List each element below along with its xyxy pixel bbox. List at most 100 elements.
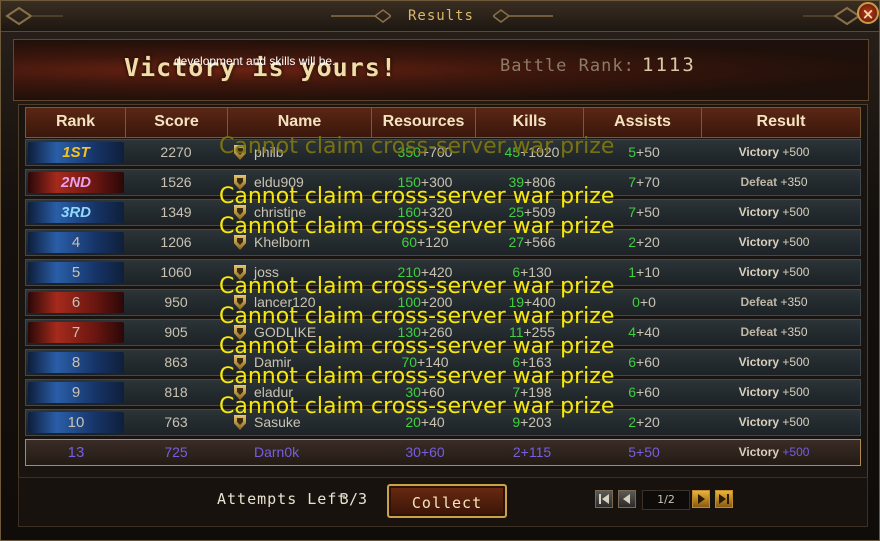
result-cell: Victory +500 — [702, 260, 846, 285]
results-table: Rank Score Name Resources Kills Assists … — [18, 104, 868, 478]
resources-cell: 20+40 — [372, 410, 478, 435]
player-name-cell[interactable]: joss — [226, 260, 372, 285]
assists-base-value: 6 — [628, 384, 637, 400]
resources-cell: 160+320 — [372, 200, 478, 225]
close-button[interactable]: × — [857, 2, 879, 24]
collect-button[interactable]: Collect — [387, 484, 507, 518]
resources-cell: 100+200 — [372, 290, 478, 315]
player-name[interactable]: Khelborn — [254, 234, 310, 250]
player-name[interactable]: christine — [254, 204, 306, 220]
player-name[interactable]: eldu909 — [254, 174, 304, 190]
player-name[interactable]: Sasuke — [254, 414, 301, 430]
guild-shield-icon — [234, 175, 246, 190]
result-bonus: +500 — [782, 355, 810, 369]
kills-base-value: 45 — [504, 144, 521, 160]
resources-base-value: 30 — [405, 444, 421, 460]
player-name-cell[interactable]: Sasuke — [226, 410, 372, 435]
kills-base-value: 25 — [508, 204, 525, 220]
col-assists-header: Assists — [584, 108, 702, 137]
player-name[interactable]: lancer120 — [254, 294, 316, 310]
player-name[interactable]: philb — [254, 144, 284, 160]
assists-bonus-value: +60 — [636, 384, 660, 400]
next-page-button[interactable] — [692, 490, 710, 508]
result-label: Defeat — [740, 325, 778, 339]
title-ornament-right-icon — [493, 9, 553, 23]
player-name[interactable]: eladur — [254, 384, 293, 400]
resources-base-value: 60 — [401, 234, 418, 250]
resources-cell: 130+260 — [372, 320, 478, 345]
kills-base-value: 11 — [508, 324, 524, 340]
result-cell: Defeat +350 — [702, 290, 846, 315]
kills-base-value: 7 — [512, 384, 521, 400]
page-indicator: 1/2 — [642, 490, 690, 510]
rank-text: 7 — [71, 324, 81, 341]
rank-text: 4 — [71, 234, 81, 251]
player-name-cell[interactable]: Damir — [226, 350, 372, 375]
kills-cell: 9+203 — [478, 410, 586, 435]
score-cell: 1526 — [160, 174, 192, 190]
result-bonus: +350 — [780, 175, 808, 189]
assists-bonus-value: +40 — [636, 324, 660, 340]
assists-base-value: 4 — [628, 324, 637, 340]
corner-ornament-icon — [5, 6, 63, 26]
kills-bonus-value: +509 — [524, 204, 556, 220]
kills-base-value: 27 — [508, 234, 525, 250]
result-label: Victory — [738, 145, 780, 159]
tip-text: development and skills will be. — [174, 54, 336, 68]
assists-cell: 7+50 — [586, 200, 702, 225]
kills-base-value: 6 — [512, 264, 521, 280]
assists-bonus-value: +50 — [636, 144, 660, 160]
result-cell: Victory +500 — [702, 200, 846, 225]
guild-shield-icon — [234, 265, 246, 280]
player-name-cell[interactable]: lancer120 — [226, 290, 372, 315]
kills-bonus-value: +198 — [520, 384, 552, 400]
player-name-cell[interactable]: christine — [226, 200, 372, 225]
assists-base-value: 0 — [632, 294, 640, 310]
col-name-header: Name — [228, 108, 372, 137]
assists-cell: 1+10 — [586, 260, 702, 285]
title-bar: Results — [1, 1, 879, 32]
kills-bonus-value: +1020 — [520, 144, 560, 160]
score-cell: 905 — [164, 324, 188, 340]
kills-bonus-value: +806 — [524, 174, 556, 190]
resources-bonus-value: +200 — [420, 294, 453, 310]
assists-cell: 6+60 — [586, 350, 702, 375]
player-name[interactable]: GODLIKE — [254, 324, 316, 340]
resources-bonus-value: +40 — [420, 414, 445, 430]
player-name[interactable]: joss — [254, 264, 279, 280]
result-label: Victory — [738, 235, 780, 249]
player-name-cell[interactable]: eladur — [226, 380, 372, 405]
col-rank-header: Rank — [26, 108, 126, 137]
player-name-cell[interactable]: GODLIKE — [226, 320, 372, 345]
guild-shield-icon — [234, 325, 246, 340]
player-name-cell[interactable]: Darn0k — [226, 440, 372, 465]
col-resources-header: Resources — [372, 108, 476, 137]
first-page-button[interactable] — [595, 490, 613, 508]
rank-cell: 9 — [26, 380, 126, 405]
last-page-button[interactable] — [715, 490, 733, 508]
guild-shield-icon — [234, 355, 246, 370]
prev-page-button[interactable] — [618, 490, 636, 508]
table-row: 1ST 2270 philb 350+700 45+1020 5+50 Victory +5… — [25, 139, 861, 166]
score-cell: 818 — [164, 384, 188, 400]
prev-page-icon — [623, 494, 630, 504]
kills-cell: 2+115 — [478, 440, 586, 465]
rank-cell: 4 — [26, 230, 126, 255]
kills-cell: 39+806 — [478, 170, 586, 195]
player-name-cell[interactable]: Khelborn — [226, 230, 372, 255]
battle-rank-label: Battle Rank: — [500, 56, 635, 76]
score-cell: 950 — [164, 294, 188, 310]
player-name[interactable]: Darn0k — [254, 444, 299, 460]
result-cell: Victory +500 — [702, 140, 846, 165]
kills-base-value: 2 — [512, 444, 521, 460]
rank-cell: 13 — [26, 440, 126, 465]
player-name-cell[interactable]: philb — [226, 140, 372, 165]
resources-bonus-value: +320 — [420, 204, 453, 220]
result-bonus: +350 — [780, 325, 808, 339]
rank-text: 2ND — [60, 174, 91, 191]
assists-base-value: 6 — [628, 354, 637, 370]
player-name[interactable]: Damir — [254, 354, 291, 370]
kills-cell: 25+509 — [478, 200, 586, 225]
my-result-row: 13 725 Darn0k 30+60 2+115 5+50 Victory +500 — [25, 439, 861, 466]
player-name-cell[interactable]: eldu909 — [226, 170, 372, 195]
